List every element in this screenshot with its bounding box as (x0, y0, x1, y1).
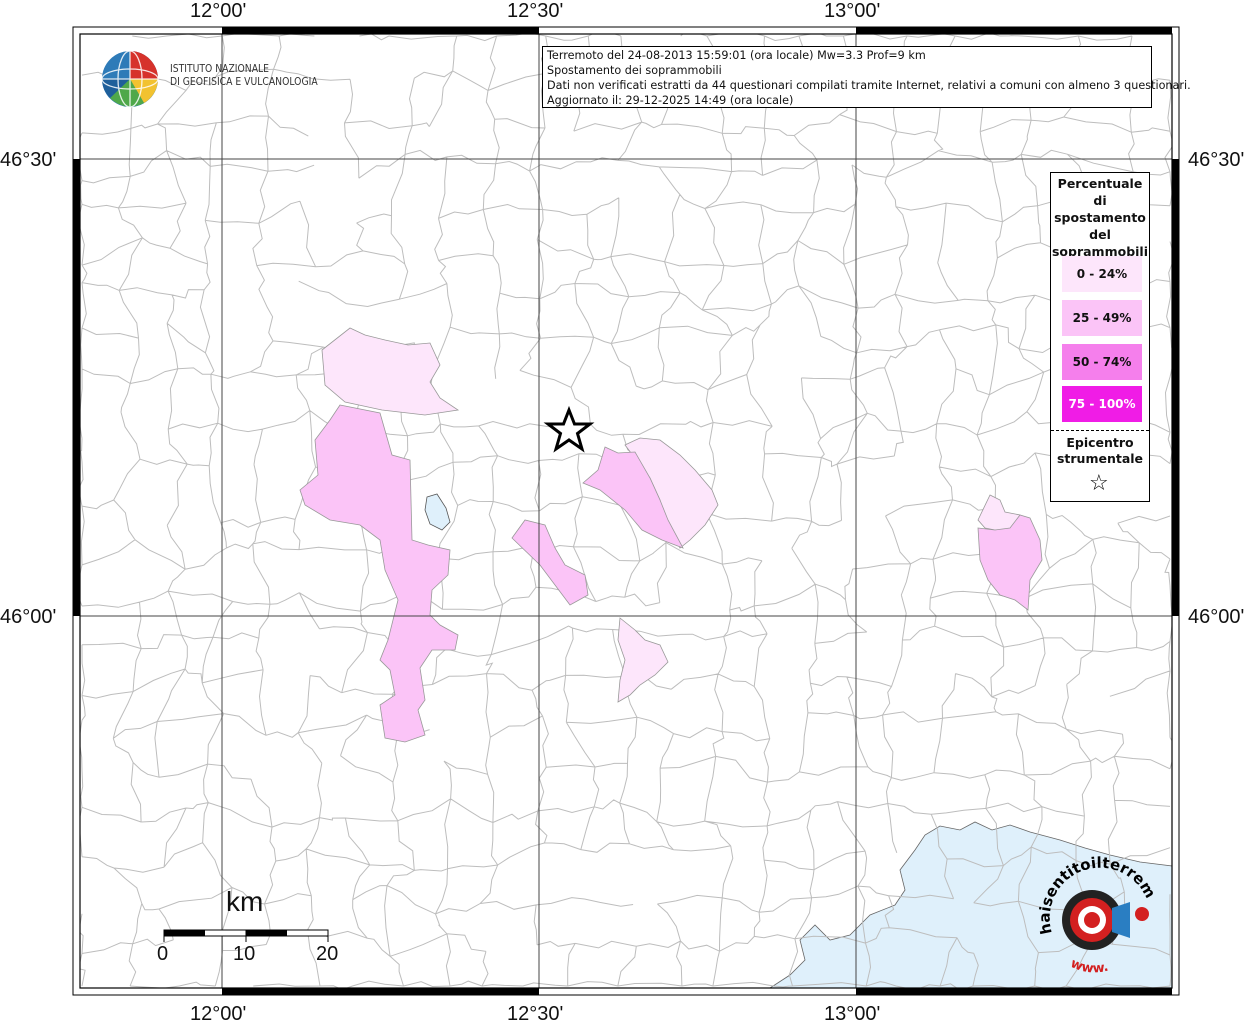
ingv-name-line2: DI GEOFISICA E VULCANOLOGIA (170, 76, 318, 88)
legend-title-line: Percentuale (1057, 176, 1143, 191)
lat-label-left-1: 46°30' (0, 149, 57, 171)
lon-label-bottom-2: 12°30' (507, 1003, 564, 1025)
legend-item-0-24: 0 - 24% (1062, 256, 1142, 292)
scale-tick-10: 10 (233, 943, 256, 965)
haisentito-logo: haisentitoilterremoto.it www. (1025, 834, 1170, 988)
legend-item-75-100: 75 - 100% (1062, 386, 1142, 422)
legend-title-line: del (1089, 227, 1111, 242)
legend-item-label: 75 - 100% (1068, 397, 1136, 411)
legend-separator (1051, 430, 1149, 431)
lon-label-top-3: 13°00' (824, 0, 881, 22)
lat-label-right-2: 46°00' (1188, 606, 1245, 628)
logo-url-text: www. (1068, 956, 1110, 977)
lon-label-top-2: 12°30' (507, 0, 564, 22)
legend-epicenter-line: Epicentro (1066, 435, 1134, 450)
lat-label-right-1: 46°30' (1188, 149, 1245, 171)
event-updated: Aggiornato il: 29-12-2025 14:49 (ora loc… (547, 94, 794, 107)
legend: Percentuale di spostamento del soprammob… (1050, 172, 1150, 502)
haisentito-target-icon: haisentitoilterremoto.it www. (1025, 834, 1159, 977)
legend-item-label: 50 - 74% (1072, 355, 1132, 369)
legend-title-line: spostamento (1054, 210, 1146, 225)
legend-star-icon: ☆ (1089, 471, 1109, 496)
legend-item-50-74: 50 - 74% (1062, 344, 1142, 380)
legend-item-25-49: 25 - 49% (1062, 300, 1142, 336)
event-subtitle: Spostamento dei soprammobili (547, 64, 722, 77)
lat-label-left-2: 46°00' (0, 606, 57, 628)
lon-label-top-1: 12°00' (190, 0, 247, 22)
legend-title: Percentuale di spostamento del soprammob… (1051, 175, 1149, 260)
scale-unit: km (226, 886, 264, 917)
lon-label-bottom-3: 13°00' (824, 1003, 881, 1025)
event-title: Terremoto del 24-08-2013 15:59:01 (ora l… (547, 49, 926, 62)
scale-tick-0: 0 (157, 943, 169, 965)
legend-epicenter-line: strumentale (1056, 451, 1144, 466)
legend-item-label: 25 - 49% (1072, 311, 1132, 325)
ingv-name-line1: ISTITUTO NAZIONALE (170, 63, 270, 75)
event-info-box: Terremoto del 24-08-2013 15:59:01 (ora l… (542, 46, 1191, 108)
scale-tick-20: 20 (316, 943, 339, 965)
svg-text:www.: www. (1068, 956, 1110, 977)
event-data-note: Dati non verificati estratti da 44 quest… (547, 79, 1191, 92)
legend-title-line: di (1093, 193, 1107, 208)
legend-epicenter-label: Epicentro strumentale (1051, 435, 1149, 467)
legend-item-label: 0 - 24% (1076, 267, 1128, 281)
lon-label-bottom-1: 12°00' (190, 1003, 247, 1025)
ingv-globe-icon (101, 50, 159, 108)
ingv-logo: ISTITUTO NAZIONALE DI GEOFISICA E VULCAN… (100, 48, 320, 110)
